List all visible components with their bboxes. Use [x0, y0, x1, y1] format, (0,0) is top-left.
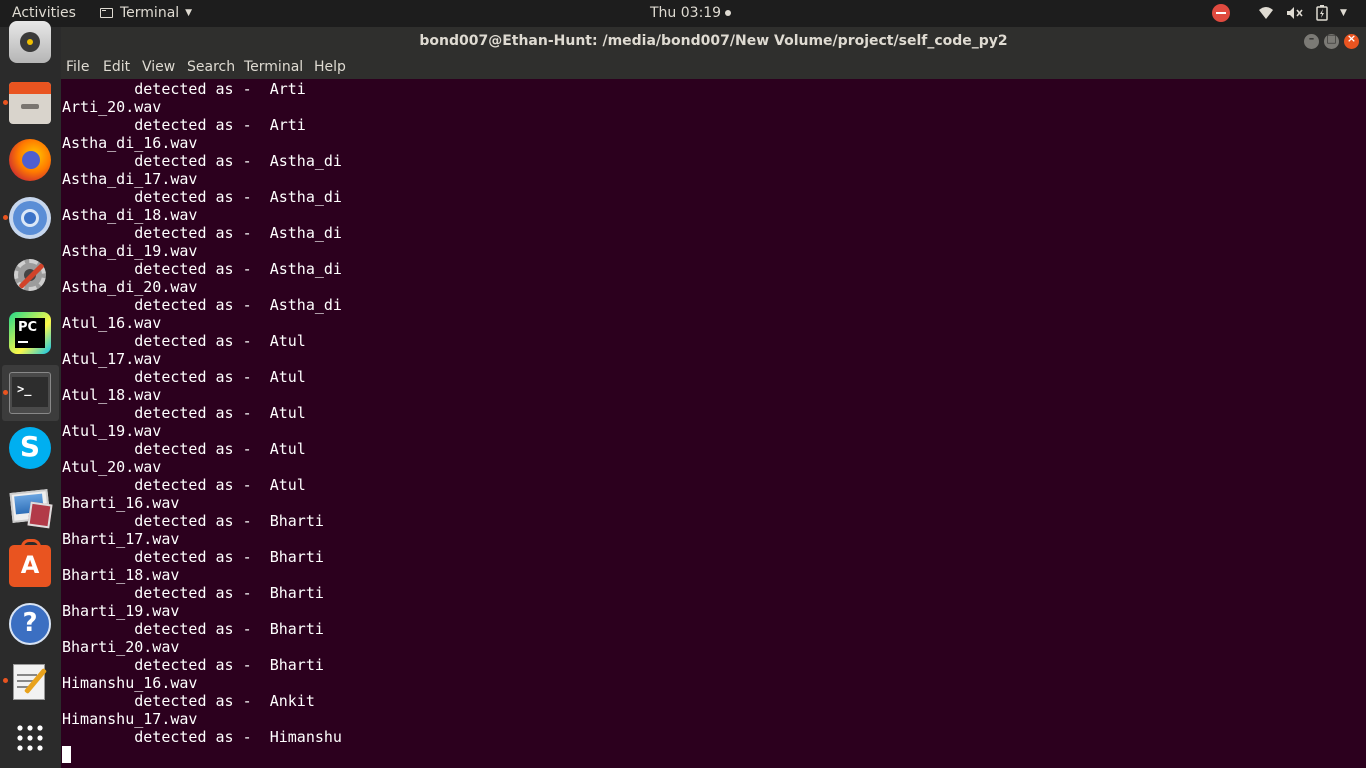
terminal-line: detected as - Ankit	[62, 692, 315, 710]
terminal-line: Bharti_20.wav	[62, 638, 180, 656]
grid-icon	[17, 725, 43, 751]
text-editor-icon[interactable]	[9, 660, 51, 702]
do-not-disturb-icon[interactable]	[1212, 4, 1230, 22]
terminal-line: detected as - Bharti	[62, 548, 324, 566]
terminal-line: Himanshu_17.wav	[62, 710, 198, 728]
terminal-line: Atul_18.wav	[62, 386, 162, 404]
terminal-line: Arti_20.wav	[62, 98, 162, 116]
terminal-line: detected as - Astha_di	[62, 152, 342, 170]
maximize-button[interactable]: □	[1324, 32, 1339, 49]
window-title: bond007@Ethan-Hunt: /media/bond007/New V…	[419, 33, 1008, 49]
rhythmbox-icon[interactable]	[9, 21, 51, 63]
system-tray[interactable]: ▼	[1258, 5, 1347, 21]
terminal-line: Bharti_19.wav	[62, 602, 180, 620]
terminal-line: detected as - Atul	[62, 332, 306, 350]
wifi-icon	[1259, 7, 1273, 19]
close-button[interactable]: ×	[1344, 32, 1359, 49]
chevron-down-icon: ▼	[185, 8, 193, 18]
notification-dot-icon	[725, 10, 732, 16]
terminal-line: Bharti_17.wav	[62, 530, 180, 548]
window-titlebar[interactable]: bond007@Ethan-Hunt: /media/bond007/New V…	[61, 27, 1366, 56]
chromium-icon[interactable]	[9, 197, 51, 239]
minimize-button[interactable]: –	[1304, 32, 1319, 49]
running-indicator	[3, 100, 8, 105]
menu-view[interactable]: View	[142, 59, 175, 75]
volume-muted-icon	[1287, 7, 1303, 19]
system-menu-arrow-icon: ▼	[1340, 8, 1347, 18]
clock-label: Thu 03:19	[650, 5, 722, 21]
clock[interactable]: Thu 03:19	[650, 5, 732, 21]
terminal-line: Atul_16.wav	[62, 314, 162, 332]
battery-icon	[1316, 5, 1328, 21]
terminal-line: Astha_di_18.wav	[62, 206, 198, 224]
files-icon[interactable]	[9, 82, 51, 124]
terminal-scrollbar[interactable]	[1360, 79, 1366, 768]
terminal-line: detected as - Himanshu	[62, 728, 342, 746]
menu-file[interactable]: File	[66, 59, 89, 75]
terminal-line: Astha_di_17.wav	[62, 170, 198, 188]
terminal-line: Astha_di_16.wav	[62, 134, 198, 152]
running-indicator	[3, 390, 8, 395]
terminal-line: detected as - Astha_di	[62, 188, 342, 206]
terminal-line: Bharti_16.wav	[62, 494, 180, 512]
terminal-line: detected as - Bharti	[62, 656, 324, 674]
terminal-line: Atul_19.wav	[62, 422, 162, 440]
settings-icon[interactable]	[9, 254, 51, 296]
terminal-line: detected as - Atul	[62, 404, 306, 422]
terminal-icon[interactable]: >_	[9, 372, 51, 414]
terminal-line: Himanshu_16.wav	[62, 674, 198, 692]
terminal-line: Atul_20.wav	[62, 458, 162, 476]
menu-search[interactable]: Search	[187, 59, 235, 75]
app-menu-label: Terminal	[120, 5, 180, 21]
image-viewer-icon[interactable]	[9, 487, 53, 529]
activities-button[interactable]: Activities	[12, 5, 76, 21]
firefox-icon[interactable]	[9, 139, 51, 181]
terminal-output[interactable]: detected as - Arti Arti_20.wav detected a…	[61, 79, 1366, 768]
terminal-line: Atul_17.wav	[62, 350, 162, 368]
menu-help[interactable]: Help	[314, 59, 346, 75]
menu-terminal[interactable]: Terminal	[244, 59, 303, 75]
terminal-cursor	[62, 746, 71, 763]
pycharm-icon[interactable]: PC	[9, 312, 51, 354]
help-icon[interactable]: ?	[9, 603, 51, 645]
dock: PC >_ S A ?	[0, 21, 61, 768]
minimize-icon: –	[1308, 32, 1315, 45]
terminal-line: detected as - Astha_di	[62, 260, 342, 278]
app-menu-button[interactable]: Terminal ▼	[100, 5, 192, 21]
running-indicator	[3, 678, 8, 683]
terminal-line: detected as - Bharti	[62, 512, 324, 530]
terminal-lines: detected as - Arti Arti_20.wav detected a…	[62, 80, 342, 746]
running-indicator	[3, 215, 8, 220]
terminal-line: detected as - Bharti	[62, 584, 324, 602]
terminal-line: detected as - Atul	[62, 476, 306, 494]
terminal-line: detected as - Atul	[62, 368, 306, 386]
menu-bar: File Edit View Search Terminal Help	[61, 56, 1366, 79]
show-apps-icon[interactable]	[9, 717, 51, 759]
maximize-icon: □	[1326, 32, 1337, 45]
terminal-line: detected as - Arti	[62, 116, 306, 134]
close-icon: ×	[1346, 32, 1357, 45]
terminal-line: detected as - Astha_di	[62, 224, 342, 242]
menu-edit[interactable]: Edit	[103, 59, 130, 75]
terminal-line: Bharti_18.wav	[62, 566, 180, 584]
top-bar: Activities Terminal ▼ Thu 03:19 ▼	[0, 0, 1366, 27]
terminal-small-icon	[100, 8, 113, 18]
skype-icon[interactable]: S	[9, 427, 51, 469]
terminal-line: Astha_di_19.wav	[62, 242, 198, 260]
software-center-icon[interactable]: A	[9, 539, 51, 587]
terminal-line: detected as - Atul	[62, 440, 306, 458]
terminal-line: detected as - Bharti	[62, 620, 324, 638]
terminal-line: Astha_di_20.wav	[62, 278, 198, 296]
terminal-line: detected as - Arti	[62, 80, 306, 98]
terminal-line: detected as - Astha_di	[62, 296, 342, 314]
